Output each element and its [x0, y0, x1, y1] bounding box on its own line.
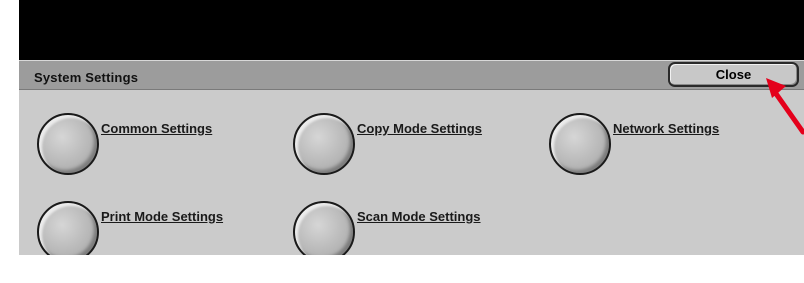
round-button-icon[interactable]: [293, 201, 355, 263]
title-bar: System Settings Close: [19, 60, 804, 90]
common-settings-label[interactable]: Common Settings: [101, 121, 212, 136]
round-button-icon[interactable]: [293, 113, 355, 175]
page-title: System Settings: [34, 70, 139, 85]
round-button-icon[interactable]: [37, 201, 99, 263]
touch-screen: System Settings Close Common Settings Co…: [19, 0, 804, 283]
round-button-icon[interactable]: [549, 113, 611, 175]
settings-panel: Common Settings Copy Mode Settings Netwo…: [19, 90, 804, 263]
network-settings-label[interactable]: Network Settings: [613, 121, 719, 136]
print-mode-settings-label[interactable]: Print Mode Settings: [101, 209, 223, 224]
bottom-border: [19, 255, 804, 283]
copy-mode-settings-label[interactable]: Copy Mode Settings: [357, 121, 482, 136]
scan-mode-settings-label[interactable]: Scan Mode Settings: [357, 209, 481, 224]
red-arrow-icon: [766, 78, 804, 135]
round-button-icon[interactable]: [37, 113, 99, 175]
